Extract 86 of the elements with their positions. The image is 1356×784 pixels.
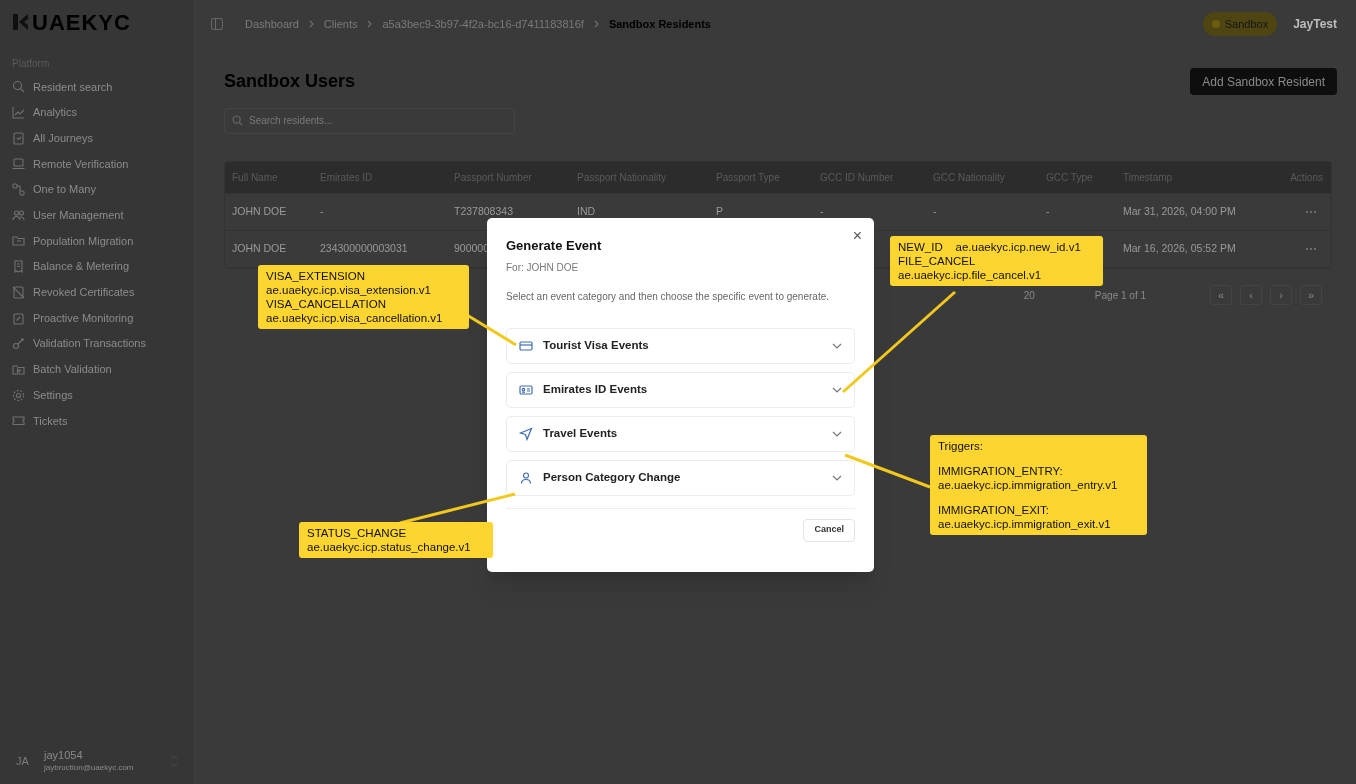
table-cell: - bbox=[320, 204, 324, 220]
sidebar-item[interactable]: Settings bbox=[0, 382, 194, 408]
user-name: jay1054 bbox=[44, 749, 84, 763]
table-cell: JOHN DOE bbox=[232, 241, 287, 257]
chevron-right-icon bbox=[593, 20, 599, 28]
pagination-button[interactable]: ‹ bbox=[1240, 285, 1262, 305]
notebook-icon bbox=[12, 131, 25, 145]
table-cell: Mar 31, 2026, 04:00 PM bbox=[1123, 204, 1236, 220]
folder-icon bbox=[12, 234, 25, 248]
event-category[interactable]: Person Category Change bbox=[506, 459, 855, 496]
dialog-description: Select an event category and then choose the specific event to generate. bbox=[506, 289, 830, 304]
sidebar-toggle-icon[interactable] bbox=[211, 18, 223, 30]
search-icon bbox=[12, 80, 25, 94]
pagination-button[interactable]: » bbox=[1300, 285, 1322, 305]
sidebar-item[interactable]: Tickets bbox=[0, 407, 194, 434]
avatar: JA bbox=[16, 753, 30, 769]
id-card-icon bbox=[519, 382, 533, 397]
sidebar-item[interactable]: Balance & Metering bbox=[0, 253, 194, 280]
row-actions-button[interactable]: ⋯ bbox=[1301, 240, 1321, 258]
event-category[interactable]: Travel Events bbox=[506, 415, 855, 452]
sidebar-item[interactable]: Batch Validation bbox=[0, 356, 194, 383]
cancel-button[interactable]: Cancel bbox=[803, 518, 855, 542]
credit-card-icon bbox=[519, 338, 533, 353]
sidebar-item[interactable]: Population Migration bbox=[0, 228, 194, 254]
table-cell: - bbox=[820, 204, 824, 220]
account-name[interactable]: JayTest bbox=[1293, 15, 1337, 33]
gear-icon bbox=[12, 388, 25, 402]
pagination-button[interactable]: « bbox=[1210, 285, 1232, 305]
search-field[interactable]: Search residents... bbox=[224, 107, 515, 134]
rows-per-page-select[interactable]: 20 bbox=[1021, 288, 1037, 302]
table-cell: Mar 16, 2026, 05:52 PM bbox=[1123, 241, 1236, 257]
table-cell: IND bbox=[577, 204, 596, 220]
chevron-down-icon bbox=[832, 342, 842, 349]
network-icon bbox=[12, 183, 25, 197]
person-icon bbox=[519, 470, 533, 485]
line-chart-icon bbox=[12, 106, 25, 120]
sidebar-item[interactable]: Validation Transactions bbox=[0, 330, 194, 357]
sidebar-item[interactable]: Remote Verification bbox=[0, 151, 194, 177]
receipt-icon bbox=[12, 260, 25, 274]
callout-note: NEW_ID ae.uaekyc.icp.new_id.v1 FILE_CANCEL ae.uaekyc.icp.file_cancel.v1 bbox=[890, 236, 1103, 286]
chevron-down-icon bbox=[832, 430, 842, 437]
pagination-button[interactable]: › bbox=[1270, 285, 1292, 305]
event-category[interactable]: Emirates ID Events bbox=[506, 371, 855, 408]
page-title: Sandbox Users bbox=[224, 70, 356, 93]
row-actions-button[interactable]: ⋯ bbox=[1301, 203, 1321, 221]
breadcrumb-link[interactable]: Dashboard bbox=[245, 15, 299, 33]
laptop-icon bbox=[12, 157, 25, 171]
sidebar-item[interactable]: Analytics bbox=[0, 99, 194, 126]
table-cell: P bbox=[716, 204, 723, 220]
table-cell: T237808343 bbox=[454, 204, 513, 220]
callout-note: VISA_EXTENSION ae.uaekyc.icp.visa_extension.v1 VISA_CANCELLATION ae.uaekyc.icp.visa_cancellation.v1 bbox=[258, 265, 469, 329]
sidebar-item[interactable]: All Journeys bbox=[0, 125, 194, 152]
environment-badge: Sandbox bbox=[1202, 12, 1278, 36]
sidebar-item[interactable]: User Management bbox=[0, 202, 194, 229]
add-resident-button[interactable]: Add Sandbox Resident bbox=[1190, 68, 1337, 95]
key-icon bbox=[12, 337, 25, 351]
callout-note: Triggers: IMMIGRATION_ENTRY: ae.uaekyc.icp.immigration_entry.v1 IMMIGRATION_EXIT: ae.uaekyc.icp.immigration_exit.v1 bbox=[930, 435, 1147, 535]
table-cell: JOHN DOE bbox=[232, 204, 287, 220]
sidebar-item[interactable]: One to Many bbox=[0, 176, 194, 203]
callout-note: STATUS_CHANGE ae.uaekyc.icp.status_change.v1 bbox=[299, 522, 493, 558]
navigation-arrow-icon bbox=[519, 426, 533, 441]
breadcrumb-link[interactable]: Clients bbox=[323, 15, 358, 33]
chevron-right-icon bbox=[367, 20, 373, 28]
users-icon bbox=[12, 208, 25, 222]
dialog-title: Generate Event bbox=[506, 237, 603, 255]
sidebar-item[interactable]: Revoked Certificates bbox=[0, 279, 194, 306]
close-button[interactable]: × bbox=[852, 228, 862, 244]
table-cell: - bbox=[1046, 204, 1050, 220]
event-category[interactable]: Tourist Visa Events bbox=[506, 327, 855, 364]
chevron-right-icon bbox=[308, 20, 314, 28]
clipboard-icon bbox=[12, 311, 25, 325]
breadcrumb-current: Sandbox Residents bbox=[608, 16, 711, 32]
breadcrumb-link[interactable]: a5a3bec9-3b97-4f2a-bc16-d7411183816f bbox=[382, 15, 584, 33]
user-email: jaybruction@uaekyc.com bbox=[44, 762, 134, 773]
ticket-icon bbox=[12, 414, 25, 428]
table-cell: - bbox=[933, 204, 937, 220]
page-indicator: Page 1 of 1 bbox=[1094, 288, 1146, 303]
chevron-down-icon bbox=[832, 386, 842, 393]
folder-play-icon bbox=[12, 362, 25, 376]
dialog-subtitle: For: JOHN DOE bbox=[506, 260, 580, 275]
chevron-down-icon bbox=[832, 474, 842, 481]
sidebar-item[interactable]: Proactive Monitoring bbox=[0, 305, 194, 331]
table-cell: 234300000003031 bbox=[320, 241, 408, 257]
file-crossed-icon bbox=[12, 285, 25, 299]
sidebar-item[interactable]: Resident search bbox=[0, 74, 194, 100]
search-icon bbox=[232, 115, 243, 126]
